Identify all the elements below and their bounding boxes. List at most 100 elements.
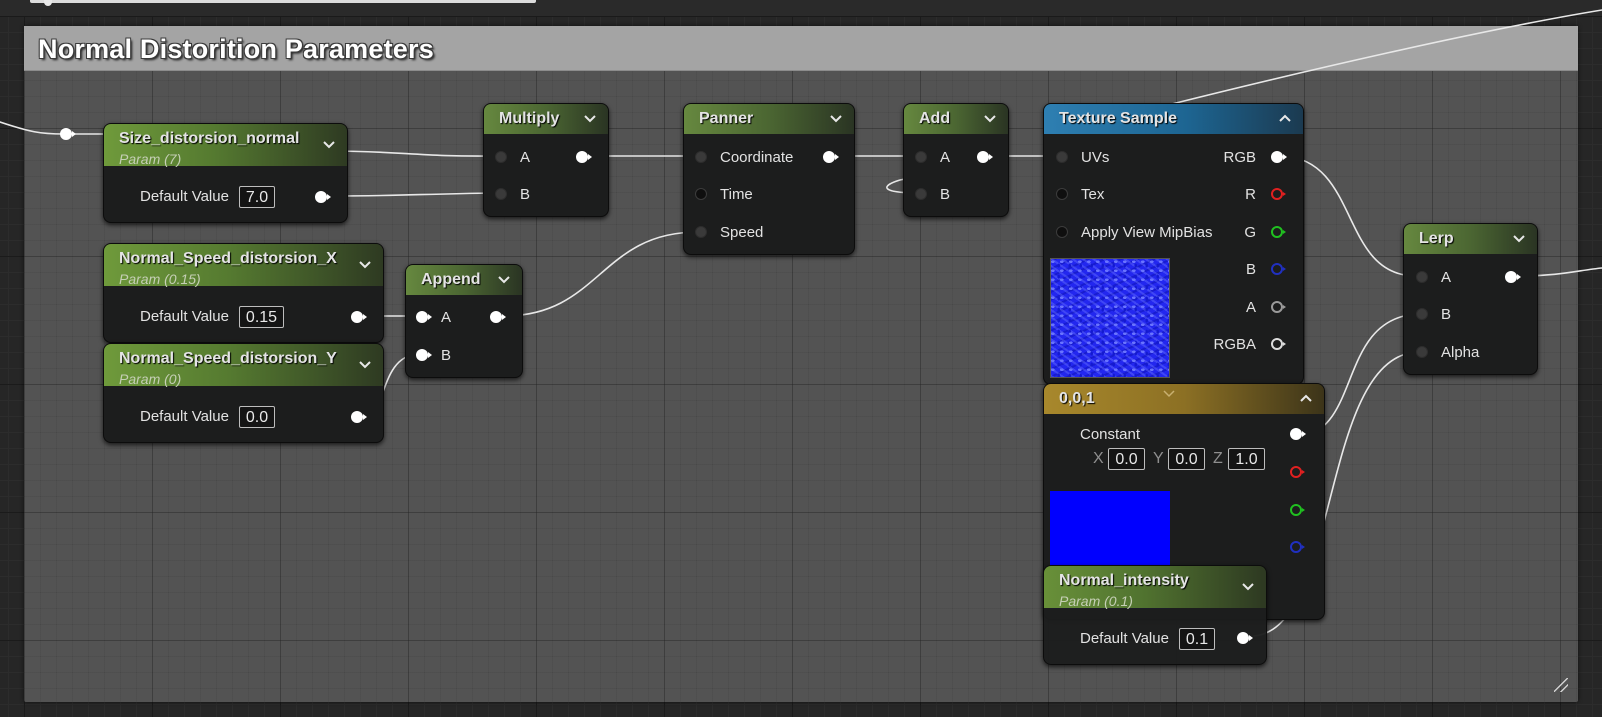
input-pin-mipbias[interactable]: [1056, 226, 1068, 238]
comment-title: Normal Distorition Parameters: [38, 34, 434, 64]
node-normal-intensity[interactable]: Normal_intensity Param (0.1) Default Val…: [1043, 565, 1267, 665]
node-header[interactable]: Append: [406, 265, 522, 295]
comment-resize-grip[interactable]: [1554, 678, 1568, 692]
chevron-down-icon[interactable]: [357, 256, 373, 272]
pin-label-alpha: Alpha: [1441, 344, 1480, 361]
output-label-r: R: [1245, 186, 1256, 203]
chevron-up-icon[interactable]: [1298, 390, 1314, 406]
input-pin-a[interactable]: [1416, 271, 1428, 283]
chevron-down-icon[interactable]: [1240, 578, 1256, 594]
input-pin-tex[interactable]: [1056, 188, 1068, 200]
node-size-distorsion-normal[interactable]: Size_distorsion_normal Param (7) Default…: [103, 123, 348, 223]
output-pin[interactable]: [1237, 632, 1253, 644]
node-header[interactable]: Normal_Speed_distorsion_Y Param (0): [104, 344, 383, 387]
output-pin[interactable]: [351, 411, 367, 423]
output-pin-rgb[interactable]: [1290, 428, 1306, 440]
node-header[interactable]: Panner: [684, 104, 854, 134]
output-label-a: A: [1245, 299, 1256, 316]
node-add[interactable]: Add A B: [903, 103, 1009, 217]
chevron-down-icon[interactable]: [582, 110, 598, 126]
node-title: Normal_intensity: [1059, 572, 1189, 589]
output-pin[interactable]: [576, 151, 592, 163]
default-value-field[interactable]: 0.15: [239, 306, 284, 328]
default-value-label: Default Value: [1080, 630, 1169, 647]
input-pin-speed[interactable]: [695, 226, 707, 238]
output-pin-a[interactable]: [1271, 301, 1286, 313]
node-panner[interactable]: Panner Coordinate Time Speed: [683, 103, 855, 255]
node-title: Size_distorsion_normal: [119, 130, 300, 147]
z-label: Z: [1213, 450, 1223, 467]
node-title: Multiply: [499, 110, 560, 127]
input-pin-b[interactable]: [495, 188, 507, 200]
chevron-down-icon[interactable]: [496, 271, 512, 287]
node-title: Append: [421, 271, 481, 288]
pin-label-a: A: [940, 149, 951, 166]
node-header[interactable]: Multiply: [484, 104, 608, 134]
default-value-label: Default Value: [140, 188, 229, 205]
input-pin-b[interactable]: [915, 188, 927, 200]
chevron-up-icon[interactable]: [1277, 110, 1293, 126]
pin-label-b: B: [940, 186, 951, 203]
node-header[interactable]: Lerp: [1404, 224, 1537, 254]
output-pin-b[interactable]: [1290, 541, 1305, 553]
output-pin[interactable]: [1505, 271, 1521, 283]
chevron-down-icon[interactable]: [1511, 230, 1527, 246]
chevron-down-icon[interactable]: [357, 356, 373, 372]
node-header[interactable]: Add: [904, 104, 1008, 134]
node-normal-speed-distorsion-x[interactable]: Normal_Speed_distorsion_X Param (0.15) D…: [103, 243, 384, 343]
chevron-down-icon[interactable]: [982, 110, 998, 126]
node-normal-speed-distorsion-y[interactable]: Normal_Speed_distorsion_Y Param (0) Defa…: [103, 343, 384, 443]
node-lerp[interactable]: Lerp A B Alpha: [1403, 223, 1538, 375]
input-pin-a[interactable]: [495, 151, 507, 163]
y-value-field[interactable]: 0.0: [1168, 448, 1205, 470]
input-pin-coordinate[interactable]: [695, 151, 707, 163]
node-multiply[interactable]: Multiply A B: [483, 103, 609, 217]
node-title: Panner: [699, 110, 754, 127]
node-title: 0,0,1: [1059, 390, 1095, 407]
input-pin-alpha[interactable]: [1416, 346, 1428, 358]
output-label-constant: Constant: [1080, 426, 1141, 443]
default-value-field[interactable]: 0.1: [1179, 628, 1215, 650]
pin-label-uvs: UVs: [1081, 149, 1110, 166]
comment-title-bar[interactable]: Normal Distorition Parameters: [24, 26, 1578, 71]
output-pin-r[interactable]: [1271, 188, 1286, 200]
node-append[interactable]: Append A B: [405, 264, 523, 378]
default-value-field[interactable]: 7.0: [239, 186, 275, 208]
input-pin-a[interactable]: [915, 151, 927, 163]
default-value-field[interactable]: 0.0: [239, 406, 275, 428]
output-pin[interactable]: [823, 151, 839, 163]
output-pin-r[interactable]: [1290, 466, 1305, 478]
node-texture-sample[interactable]: Texture Sample UVs Tex Apply View MipBia…: [1043, 103, 1304, 385]
chevron-down-icon[interactable]: [828, 110, 844, 126]
input-pin-b[interactable]: [1416, 308, 1428, 320]
chevron-down-icon[interactable]: [321, 136, 337, 152]
output-pin-rgb[interactable]: [1271, 151, 1287, 163]
pin-label-mipbias: Apply View MipBias: [1081, 224, 1213, 241]
x-label: X: [1093, 450, 1104, 467]
node-header[interactable]: Size_distorsion_normal Param (7): [104, 124, 347, 167]
output-pin[interactable]: [977, 151, 993, 163]
input-pin-uvs[interactable]: [1056, 151, 1068, 163]
reroute-node[interactable]: [60, 128, 76, 140]
output-pin-rgba[interactable]: [1271, 338, 1286, 350]
output-pin[interactable]: [315, 191, 331, 203]
z-value-field[interactable]: 1.0: [1228, 448, 1265, 470]
input-pin-time[interactable]: [695, 188, 707, 200]
node-edge-highlight: [30, 0, 536, 3]
node-header[interactable]: Normal_intensity Param (0.1): [1044, 566, 1266, 609]
x-value-field[interactable]: 0.0: [1108, 448, 1145, 470]
output-label-rgb: RGB: [1223, 149, 1256, 166]
node-header[interactable]: Texture Sample: [1044, 104, 1303, 134]
output-pin-g[interactable]: [1290, 504, 1305, 516]
output-pin[interactable]: [490, 311, 506, 323]
output-pin-g[interactable]: [1271, 226, 1286, 238]
node-header[interactable]: Normal_Speed_distorsion_X Param (0.15): [104, 244, 383, 287]
pin-label-speed: Speed: [720, 224, 764, 241]
input-pin-a[interactable]: [416, 311, 432, 323]
node-header[interactable]: 0,0,1: [1044, 384, 1324, 414]
output-pin[interactable]: [351, 311, 367, 323]
output-pin-b[interactable]: [1271, 263, 1286, 275]
chevron-down-icon[interactable]: [1162, 386, 1176, 404]
pin-label-b: B: [441, 347, 452, 364]
input-pin-b[interactable]: [416, 349, 432, 361]
